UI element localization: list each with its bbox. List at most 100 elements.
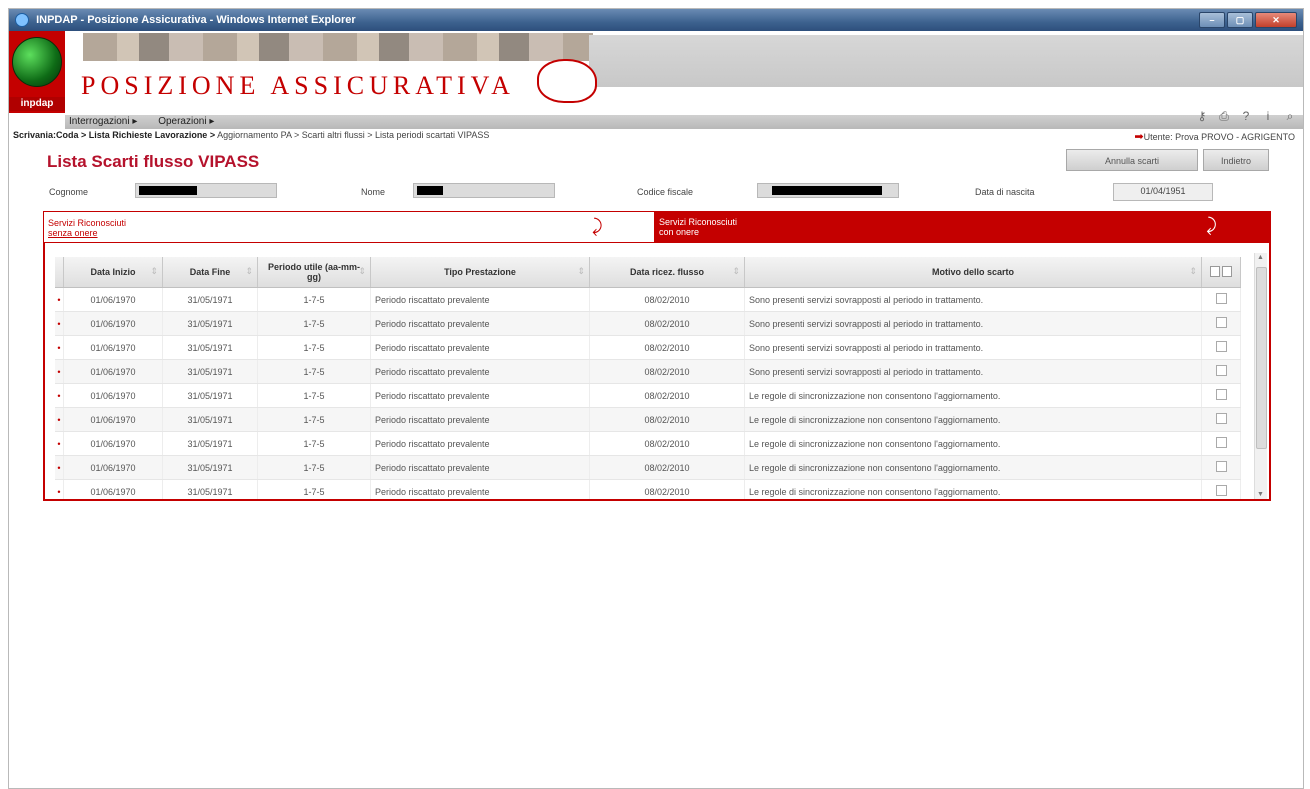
scarti-grid-panel: Data Inizio ⇕ Data Fine ⇕ Periodo utile (a… <box>43 243 1271 501</box>
row-marker-icon: • <box>55 455 64 480</box>
binoculars-icon[interactable]: ⌕ <box>1283 109 1297 123</box>
window-controls: – ▢ ✕ <box>1197 12 1297 28</box>
cell-tipo-prestazione: Periodo riscattato prevalente <box>370 407 590 432</box>
cell-data-ricez-flusso: 08/02/2010 <box>589 431 745 456</box>
cell-select[interactable] <box>1201 455 1241 480</box>
menu-bar: Interrogazioni ▸ Operazioni ▸ <box>65 115 1303 129</box>
cell-data-fine: 31/05/1971 <box>162 311 258 336</box>
cell-motivo-scarto: Le regole di sincronizzazione non consen… <box>744 383 1202 408</box>
cell-data-fine: 31/05/1971 <box>162 287 258 312</box>
cell-select[interactable] <box>1201 359 1241 384</box>
cell-select[interactable] <box>1201 407 1241 432</box>
scrollbar-thumb[interactable] <box>1256 267 1267 449</box>
cell-select[interactable] <box>1201 431 1241 456</box>
cell-select[interactable] <box>1201 335 1241 360</box>
cell-select[interactable] <box>1201 479 1241 499</box>
menu-operazioni[interactable]: Operazioni ▸ <box>158 115 214 129</box>
row-checkbox[interactable] <box>1215 317 1227 328</box>
row-checkbox[interactable] <box>1215 461 1227 472</box>
row-checkbox[interactable] <box>1215 437 1227 448</box>
row-marker-icon: • <box>55 335 64 360</box>
table-row[interactable]: • 01/06/1970 31/05/1971 1-7-5 Periodo riscat… <box>55 359 1241 384</box>
tab-con-onere[interactable]: Servizi Riconosciuti con onere ⤸ <box>655 211 1271 243</box>
column-data-inizio[interactable]: Data Inizio ⇕ <box>63 257 163 288</box>
cell-motivo-scarto: Sono presenti servizi sovrapposti al per… <box>744 335 1202 360</box>
key-icon[interactable]: ⚷ <box>1195 109 1209 123</box>
redaction <box>417 186 443 195</box>
select-all-header[interactable] <box>1201 257 1241 288</box>
banner-bar <box>589 35 1303 87</box>
close-button[interactable]: ✕ <box>1255 12 1297 28</box>
globe-icon <box>12 37 62 87</box>
row-checkbox[interactable] <box>1215 293 1227 304</box>
sort-icon: ⇕ <box>732 266 740 276</box>
scroll-up-icon[interactable]: ▲ <box>1257 254 1264 261</box>
cell-select[interactable] <box>1201 383 1241 408</box>
logo-text: inpdap <box>9 97 65 111</box>
select-all-icon[interactable] <box>1210 265 1220 277</box>
column-data-ricez-flusso[interactable]: Data ricez. flusso ⇕ <box>589 257 745 288</box>
data-nascita-field: 01/04/1951 <box>1113 183 1213 201</box>
row-checkbox[interactable] <box>1215 389 1227 400</box>
sort-icon: ⇕ <box>577 266 585 276</box>
cell-data-inizio: 01/06/1970 <box>63 407 163 432</box>
row-checkbox[interactable] <box>1215 413 1227 424</box>
vertical-scrollbar[interactable]: ▲ ▼ <box>1254 253 1267 499</box>
help-icon[interactable]: ? <box>1239 109 1253 123</box>
nome-field <box>413 183 555 198</box>
page-title: Lista Scarti flusso VIPASS <box>47 152 260 171</box>
indietro-button[interactable]: Indietro <box>1203 149 1269 171</box>
scroll-down-icon[interactable]: ▼ <box>1257 491 1264 498</box>
table-row[interactable]: • 01/06/1970 31/05/1971 1-7-5 Periodo riscat… <box>55 311 1241 336</box>
tab-senza-onere[interactable]: Servizi Riconosciuti senza onere ⤸ <box>43 211 655 243</box>
cell-periodo-utile: 1-7-5 <box>257 359 371 384</box>
info-icon[interactable]: i <box>1261 109 1275 123</box>
cell-tipo-prestazione: Periodo riscattato prevalente <box>370 287 590 312</box>
table-row[interactable]: • 01/06/1970 31/05/1971 1-7-5 Periodo riscat… <box>55 455 1241 480</box>
column-periodo-utile[interactable]: Periodo utile (aa-mm-gg) ⇕ <box>257 257 371 288</box>
column-motivo-scarto[interactable]: Motivo dello scarto ⇕ <box>744 257 1202 288</box>
cell-data-ricez-flusso: 08/02/2010 <box>589 383 745 408</box>
codice-fiscale-label: Codice fiscale <box>637 187 694 197</box>
row-checkbox[interactable] <box>1215 485 1227 496</box>
breadcrumb-path[interactable]: Aggiornamento PA > Scarti altri flussi >… <box>215 130 489 140</box>
table-row[interactable]: • 01/06/1970 31/05/1971 1-7-5 Periodo riscat… <box>55 287 1241 312</box>
cell-motivo-scarto: Le regole di sincronizzazione non consen… <box>744 431 1202 456</box>
cell-select[interactable] <box>1201 311 1241 336</box>
table-row[interactable]: • 01/06/1970 31/05/1971 1-7-5 Periodo riscat… <box>55 431 1241 456</box>
table-row[interactable]: • 01/06/1970 31/05/1971 1-7-5 Periodo riscat… <box>55 383 1241 408</box>
annulla-scarti-button[interactable]: Annulla scarti <box>1066 149 1198 171</box>
row-marker-icon: • <box>55 479 64 499</box>
column-data-fine[interactable]: Data Fine ⇕ <box>162 257 258 288</box>
cell-data-inizio: 01/06/1970 <box>63 455 163 480</box>
row-checkbox[interactable] <box>1215 341 1227 352</box>
cell-periodo-utile: 1-7-5 <box>257 335 371 360</box>
maximize-button[interactable]: ▢ <box>1227 12 1253 28</box>
cell-select[interactable] <box>1201 287 1241 312</box>
redaction <box>772 186 882 195</box>
cell-tipo-prestazione: Periodo riscattato prevalente <box>370 479 590 499</box>
cell-periodo-utile: 1-7-5 <box>257 431 371 456</box>
table-header-row: Data Inizio ⇕ Data Fine ⇕ Periodo utile (a… <box>55 257 1241 288</box>
service-tabs: Servizi Riconosciuti senza onere ⤸ Servi… <box>43 211 1271 243</box>
redaction <box>139 186 197 195</box>
cell-data-ricez-flusso: 08/02/2010 <box>589 455 745 480</box>
cell-data-inizio: 01/06/1970 <box>63 479 163 499</box>
menu-interrogazioni[interactable]: Interrogazioni ▸ <box>69 115 137 129</box>
table-row[interactable]: • 01/06/1970 31/05/1971 1-7-5 Periodo riscat… <box>55 479 1241 499</box>
piggy-bank-icon <box>537 59 597 103</box>
column-tipo-prestazione[interactable]: Tipo Prestazione ⇕ <box>370 257 590 288</box>
deselect-all-icon[interactable] <box>1222 265 1232 277</box>
table-row[interactable]: • 01/06/1970 31/05/1971 1-7-5 Periodo riscat… <box>55 335 1241 360</box>
cell-tipo-prestazione: Periodo riscattato prevalente <box>370 311 590 336</box>
cell-tipo-prestazione: Periodo riscattato prevalente <box>370 455 590 480</box>
print-icon[interactable]: ⎙ <box>1217 109 1231 123</box>
minimize-button[interactable]: – <box>1199 12 1225 28</box>
cognome-field <box>135 183 277 198</box>
cell-tipo-prestazione: Periodo riscattato prevalente <box>370 383 590 408</box>
row-checkbox[interactable] <box>1215 365 1227 376</box>
breadcrumb-path-bold[interactable]: Scrivania:Coda > Lista Richieste Lavoraz… <box>13 130 215 140</box>
sort-icon: ⇕ <box>150 266 158 276</box>
data-nascita-label: Data di nascita <box>975 187 1035 197</box>
table-row[interactable]: • 01/06/1970 31/05/1971 1-7-5 Periodo riscat… <box>55 407 1241 432</box>
